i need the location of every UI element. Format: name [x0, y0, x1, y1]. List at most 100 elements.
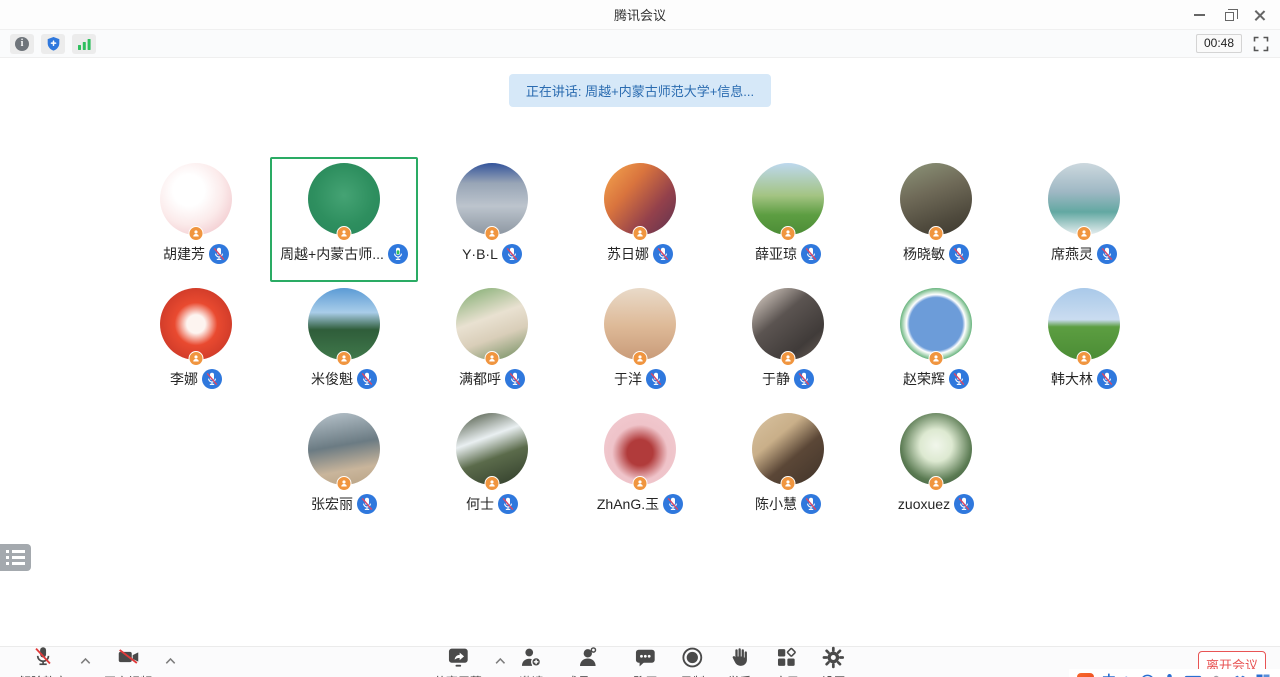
participant-avatar [456, 163, 528, 235]
raise-hand-icon [727, 645, 752, 670]
meeting-info-button[interactable]: i [10, 34, 34, 54]
host-badge-icon [633, 351, 648, 366]
participant-name-row: 赵荣辉 [903, 369, 969, 389]
participant-tile[interactable]: 米俊魁 [270, 282, 418, 407]
participant-name-row: 杨晓敏 [903, 244, 969, 264]
fullscreen-icon[interactable] [1252, 35, 1270, 53]
participant-avatar-wrap [604, 288, 676, 360]
chat-label: 聊天 [634, 673, 658, 677]
network-status-button[interactable] [72, 34, 96, 54]
voice-input-icon[interactable] [1163, 673, 1176, 677]
camera-off-icon [115, 645, 142, 670]
settings-gear-icon [821, 645, 846, 670]
participant-avatar-wrap [752, 413, 824, 485]
emoji-icon[interactable] [1140, 674, 1155, 677]
participant-avatar [308, 413, 380, 485]
participant-name: 何士 [466, 494, 494, 514]
sogou-logo-icon[interactable]: S [1077, 673, 1094, 677]
member-list-toggle-button[interactable] [0, 544, 31, 571]
mic-status-icon [357, 494, 377, 514]
members-button[interactable]: 成员(19) [557, 645, 620, 677]
host-badge-icon [189, 226, 204, 241]
participant-avatar [308, 163, 380, 235]
participant-tile[interactable]: 满都呼 [418, 282, 566, 407]
restore-button[interactable] [1214, 0, 1244, 30]
host-badge-icon [633, 226, 648, 241]
participant-name-row: 陈小慧 [755, 494, 821, 514]
mic-status-icon [1097, 369, 1117, 389]
mic-status-icon [646, 369, 666, 389]
participant-tile[interactable]: 陈小慧 [714, 407, 862, 532]
participant-name-row: 张宏丽 [311, 494, 377, 514]
share-screen-button[interactable]: 共享屏幕 [425, 645, 491, 677]
signal-bars-icon [77, 37, 92, 51]
participant-tile[interactable]: 席燕灵 [1010, 157, 1158, 282]
participant-avatar [604, 163, 676, 235]
participant-tile[interactable]: 胡建芳 [122, 157, 270, 282]
participant-tile[interactable]: 周越+内蒙古师... [270, 157, 418, 282]
mic-status-icon [505, 369, 525, 389]
participant-tile[interactable]: 于洋 [566, 282, 714, 407]
user-profile-icon[interactable] [1210, 674, 1224, 677]
participant-avatar [456, 413, 528, 485]
unmute-button[interactable]: 解除静音 [10, 645, 76, 677]
apps-button[interactable]: 应用 [765, 645, 808, 677]
participant-name: 张宏丽 [311, 494, 353, 514]
participant-name: Y·B·L [462, 246, 498, 262]
participant-tile[interactable]: 杨晓敏 [862, 157, 1010, 282]
participant-name-row: 韩大林 [1051, 369, 1117, 389]
host-badge-icon [189, 351, 204, 366]
minimize-button[interactable] [1184, 0, 1214, 30]
host-badge-icon [485, 226, 500, 241]
mic-status-icon [949, 244, 969, 264]
chat-button[interactable]: 聊天 [624, 645, 667, 677]
share-options-chevron[interactable] [495, 652, 506, 670]
video-options-chevron[interactable] [165, 652, 176, 670]
minimize-icon [1194, 14, 1205, 16]
participant-tile[interactable]: ZhAnG.玉 [566, 407, 714, 532]
participant-tile[interactable]: 张宏丽 [270, 407, 418, 532]
participant-name: 韩大林 [1051, 369, 1093, 389]
participant-tile[interactable]: 薛亚琼 [714, 157, 862, 282]
apps-icon [774, 645, 799, 670]
members-label: 成员(19) [566, 673, 611, 677]
host-badge-icon [781, 226, 796, 241]
participant-name: 陈小慧 [755, 494, 797, 514]
participant-avatar [160, 288, 232, 360]
participant-name: 赵荣辉 [903, 369, 945, 389]
settings-button[interactable]: 设置 [812, 645, 855, 677]
participant-name: 米俊魁 [311, 369, 353, 389]
participant-name: 薛亚琼 [755, 244, 797, 264]
participant-tile[interactable]: 苏日娜 [566, 157, 714, 282]
participant-avatar-wrap [308, 163, 380, 235]
close-button[interactable] [1244, 0, 1274, 30]
invite-button[interactable]: 邀请 [510, 645, 553, 677]
participant-name: 于洋 [614, 369, 642, 389]
invite-label: 邀请 [519, 673, 543, 677]
security-button[interactable] [41, 34, 65, 54]
participant-tile[interactable]: 何士 [418, 407, 566, 532]
start-video-button[interactable]: 开启视频 [95, 645, 161, 677]
participant-tile[interactable]: 韩大林 [1010, 282, 1158, 407]
share-screen-label: 共享屏幕 [434, 673, 482, 677]
audio-options-chevron[interactable] [80, 652, 91, 670]
record-icon [680, 645, 705, 670]
participant-tile[interactable]: zuoxuez [862, 407, 1010, 532]
record-button[interactable]: 录制 [671, 645, 714, 677]
participant-avatar-wrap [160, 163, 232, 235]
participant-avatar [752, 163, 824, 235]
host-badge-icon [337, 351, 352, 366]
members-icon [576, 645, 601, 670]
participant-tile[interactable]: 于静 [714, 282, 862, 407]
participant-avatar [900, 163, 972, 235]
participant-avatar-wrap [604, 413, 676, 485]
participant-avatar [900, 413, 972, 485]
meeting-info-group: i [10, 34, 96, 54]
mic-status-icon [209, 244, 229, 264]
participant-name-row: zuoxuez [898, 494, 974, 514]
participant-name-row: ZhAnG.玉 [597, 494, 683, 514]
participant-tile[interactable]: 李娜 [122, 282, 270, 407]
participant-tile[interactable]: 赵荣辉 [862, 282, 1010, 407]
participant-tile[interactable]: Y·B·L [418, 157, 566, 282]
raise-hand-button[interactable]: 举手 [718, 645, 761, 677]
